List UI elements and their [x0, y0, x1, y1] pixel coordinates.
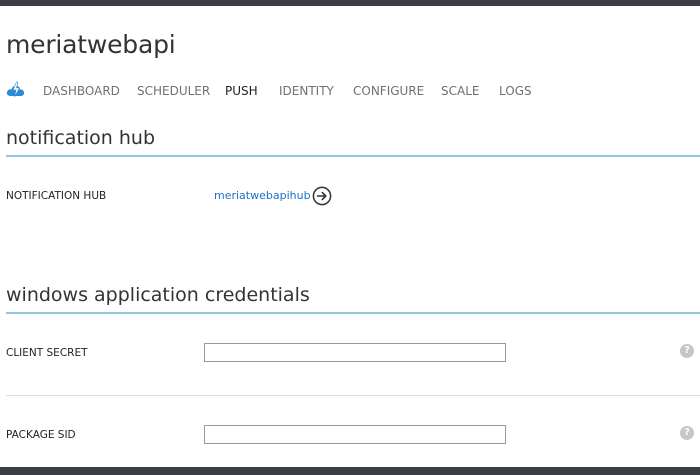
cloud-lightning-icon[interactable] — [5, 80, 27, 100]
section-divider — [6, 312, 700, 314]
tab-identity[interactable]: IDENTITY — [279, 84, 334, 98]
question-icon[interactable]: ? — [680, 344, 694, 358]
portal-bottom-bar — [0, 467, 700, 475]
client-secret-label: CLIENT SECRET — [6, 347, 88, 359]
tab-configure[interactable]: CONFIGURE — [353, 84, 424, 98]
tab-logs[interactable]: LOGS — [499, 84, 532, 98]
section-divider — [6, 155, 700, 157]
section-title-notification-hub: notification hub — [6, 127, 156, 149]
section-title-credentials: windows application credentials — [6, 284, 310, 306]
tab-push[interactable]: PUSH — [225, 84, 258, 98]
notification-hub-link[interactable]: meriatwebapihub — [214, 189, 311, 202]
row-divider — [6, 395, 700, 396]
tab-dashboard[interactable]: DASHBOARD — [43, 84, 120, 98]
arrow-right-circle-icon[interactable] — [312, 186, 332, 206]
package-sid-input[interactable] — [204, 425, 506, 444]
tab-bar: DASHBOARD SCHEDULER PUSH IDENTITY CONFIG… — [0, 80, 700, 102]
tab-scheduler[interactable]: SCHEDULER — [137, 84, 210, 98]
portal-top-bar — [0, 0, 700, 6]
page-title: meriatwebapi — [6, 30, 176, 59]
package-sid-label: PACKAGE SID — [6, 429, 76, 441]
client-secret-input[interactable] — [204, 343, 506, 362]
question-icon[interactable]: ? — [680, 426, 694, 440]
notification-hub-label: NOTIFICATION HUB — [6, 190, 107, 202]
tab-scale[interactable]: SCALE — [441, 84, 479, 98]
